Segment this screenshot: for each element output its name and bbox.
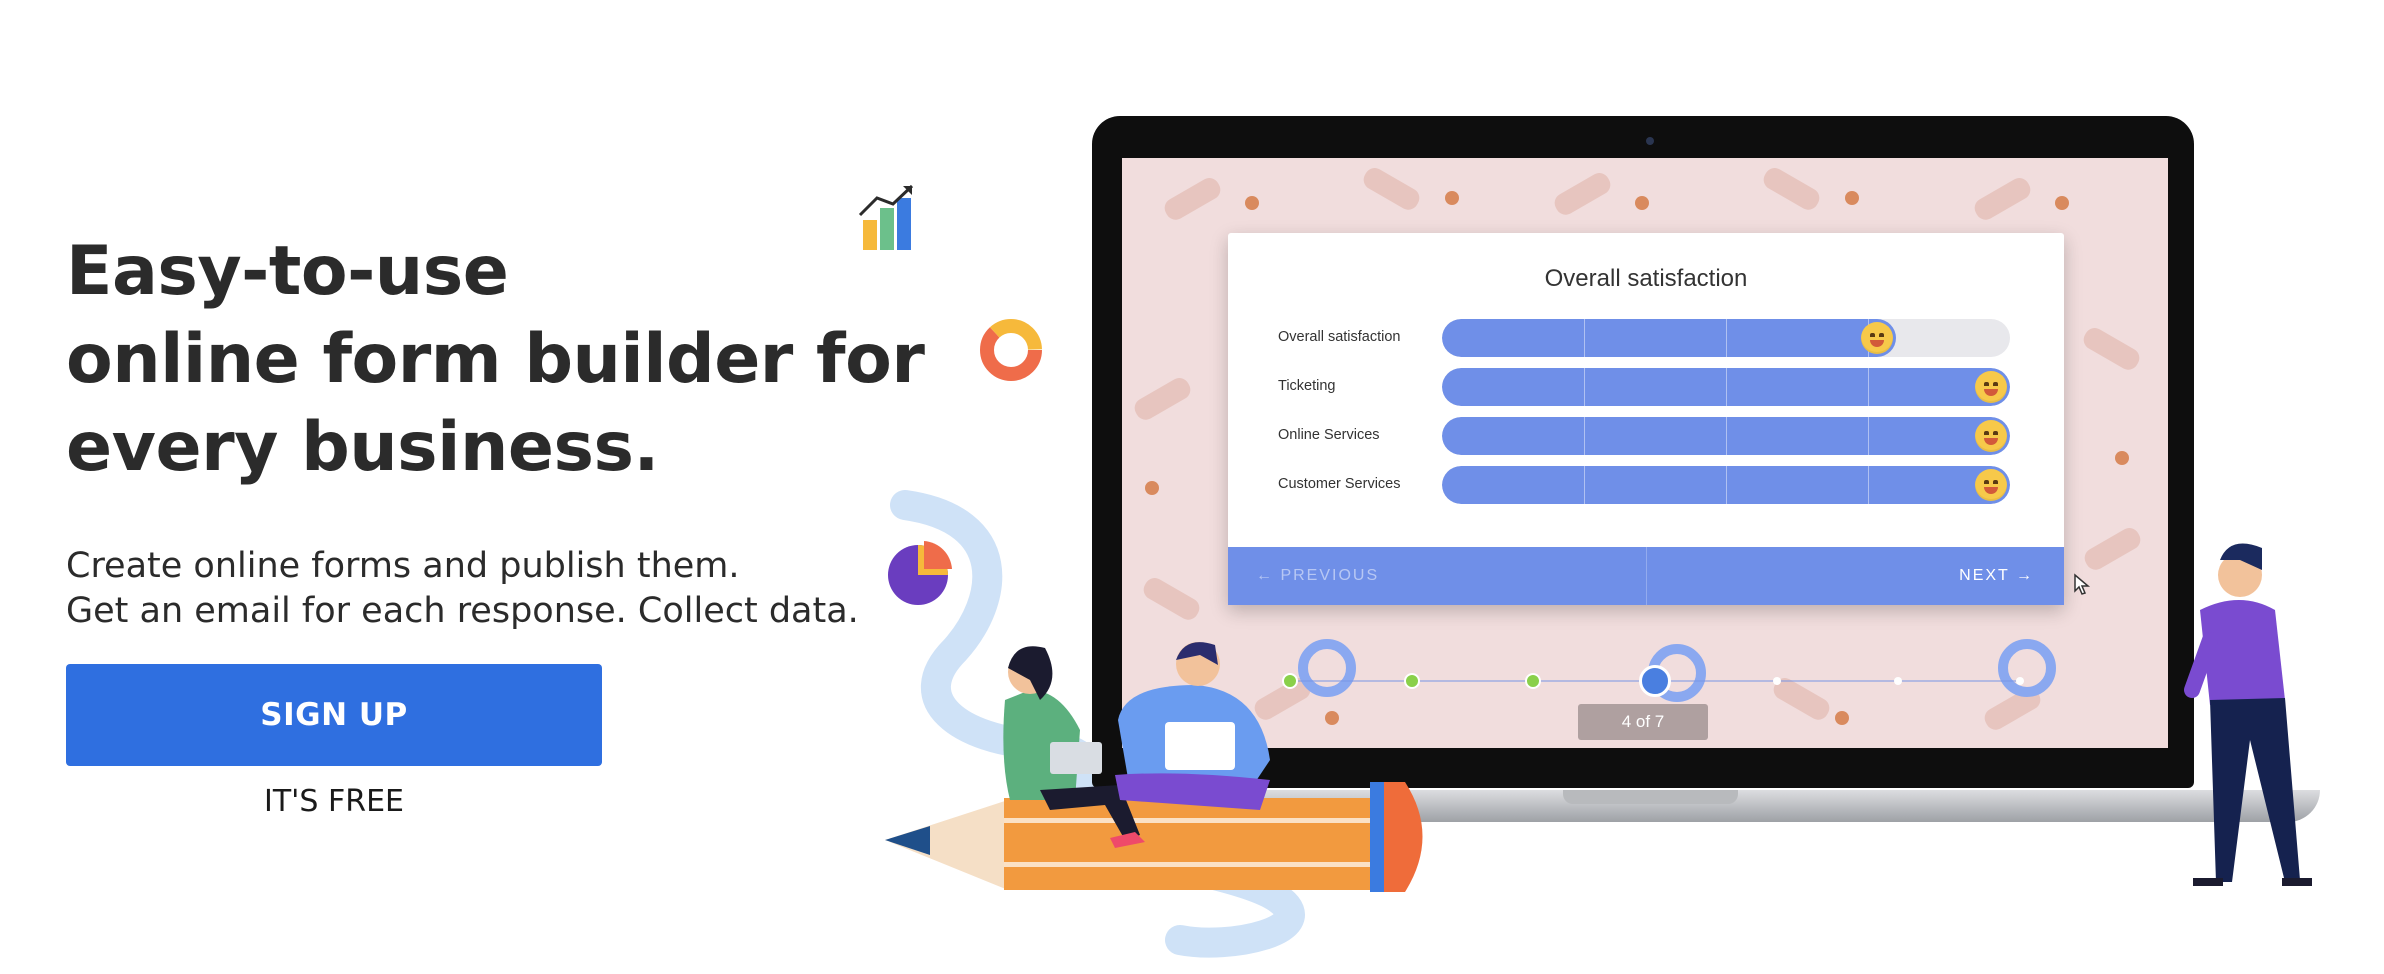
people-illustration	[885, 543, 2312, 892]
man-sitting-figure	[1115, 642, 1270, 810]
man-standing-figure	[2184, 543, 2312, 886]
